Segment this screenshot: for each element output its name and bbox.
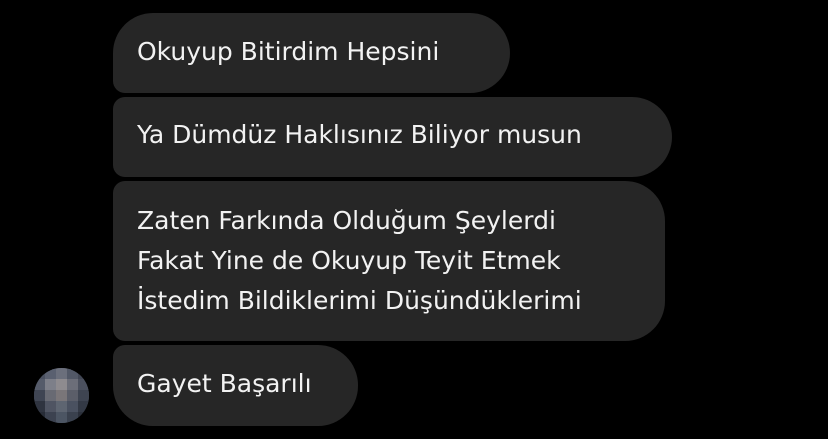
blurred-profile-photo-icon: [34, 368, 89, 423]
message-text: Okuyup Bitirdim Hepsini: [137, 37, 440, 66]
message-text-line: İstedim Bildiklerimi Düşündüklerimi: [137, 286, 582, 315]
message-bubble[interactable]: Ya Dümdüz Haklısınız Biliyor musun: [113, 97, 672, 177]
message-bubble[interactable]: Gayet Başarılı: [113, 345, 358, 426]
message-bubble[interactable]: Okuyup Bitirdim Hepsini: [113, 13, 510, 93]
avatar[interactable]: [34, 368, 89, 423]
message-bubble[interactable]: Zaten Farkında Olduğum Şeylerdi Fakat Yi…: [113, 181, 665, 341]
message-text: Ya Dümdüz Haklısınız Biliyor musun: [137, 120, 582, 149]
message-text-line: Fakat Yine de Okuyup Teyit Etmek: [137, 246, 561, 275]
message-thread: Okuyup Bitirdim Hepsini Ya Dümdüz Haklıs…: [0, 0, 828, 439]
message-text-line: Zaten Farkında Olduğum Şeylerdi: [137, 206, 556, 235]
message-text: Gayet Başarılı: [137, 369, 312, 398]
